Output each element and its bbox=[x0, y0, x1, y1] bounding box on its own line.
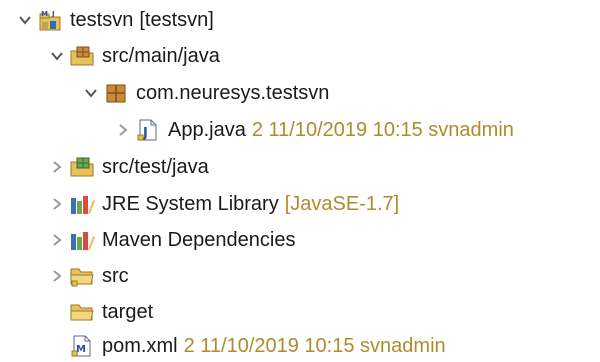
svg-text:M: M bbox=[41, 10, 48, 18]
library-label: Maven Dependencies bbox=[102, 229, 296, 251]
tree-item-jre-library[interactable]: JRE System Library [JavaSE-1.7] bbox=[0, 188, 600, 220]
chevron-down-icon[interactable] bbox=[80, 82, 102, 104]
file-label: pom.xml bbox=[102, 335, 178, 357]
java-file-icon: J bbox=[134, 117, 162, 143]
chevron-right-icon[interactable] bbox=[46, 265, 68, 287]
project-repo-decoration: [testsvn] bbox=[139, 8, 214, 31]
package-icon bbox=[102, 80, 130, 106]
tree-item-src[interactable]: src bbox=[0, 260, 600, 292]
chevron-down-icon[interactable] bbox=[14, 9, 36, 31]
chevron-right-icon[interactable] bbox=[46, 156, 68, 178]
project-name: testsvn bbox=[70, 9, 134, 31]
xml-file-icon: M bbox=[68, 333, 96, 359]
project-explorer-tree: M J testsvn [testsvn] src/main/java com.… bbox=[0, 0, 600, 362]
folder-icon bbox=[68, 299, 96, 325]
source-folder-label: src/main/java bbox=[102, 45, 220, 67]
tree-item-app-java[interactable]: J App.java 2 11/10/2019 10:15 svnadmin bbox=[0, 114, 600, 146]
tree-item-target[interactable]: target bbox=[0, 296, 600, 328]
svn-decoration: 2 11/10/2019 10:15 svnadmin bbox=[251, 118, 514, 141]
tree-item-project[interactable]: M J testsvn [testsvn] bbox=[0, 4, 600, 36]
chevron-down-icon[interactable] bbox=[46, 45, 68, 67]
source-folder-icon bbox=[68, 154, 96, 180]
library-icon bbox=[68, 227, 96, 253]
maven-project-icon: M J bbox=[36, 7, 64, 33]
source-folder-icon bbox=[68, 43, 96, 69]
folder-icon bbox=[68, 263, 96, 289]
file-label: App.java bbox=[168, 119, 246, 141]
tree-item-src-test-java[interactable]: src/test/java bbox=[0, 151, 600, 183]
svn-decoration: 2 11/10/2019 10:15 svnadmin bbox=[183, 334, 446, 357]
tree-item-src-main-java[interactable]: src/main/java bbox=[0, 40, 600, 72]
library-label: JRE System Library bbox=[102, 193, 279, 215]
package-label: com.neuresys.testsvn bbox=[136, 82, 330, 104]
tree-item-package[interactable]: com.neuresys.testsvn bbox=[0, 77, 600, 109]
chevron-right-icon[interactable] bbox=[46, 193, 68, 215]
tree-item-maven-dependencies[interactable]: Maven Dependencies bbox=[0, 224, 600, 256]
jre-version-decoration: [JavaSE-1.7] bbox=[284, 192, 400, 215]
chevron-right-icon[interactable] bbox=[112, 119, 134, 141]
folder-label: target bbox=[102, 301, 154, 323]
tree-item-pom-xml[interactable]: M pom.xml 2 11/10/2019 10:15 svnadmin bbox=[0, 330, 600, 362]
chevron-right-icon[interactable] bbox=[46, 229, 68, 251]
source-folder-label: src/test/java bbox=[102, 156, 209, 178]
svg-text:J: J bbox=[51, 10, 55, 18]
library-icon bbox=[68, 191, 96, 217]
folder-label: src bbox=[102, 265, 129, 287]
